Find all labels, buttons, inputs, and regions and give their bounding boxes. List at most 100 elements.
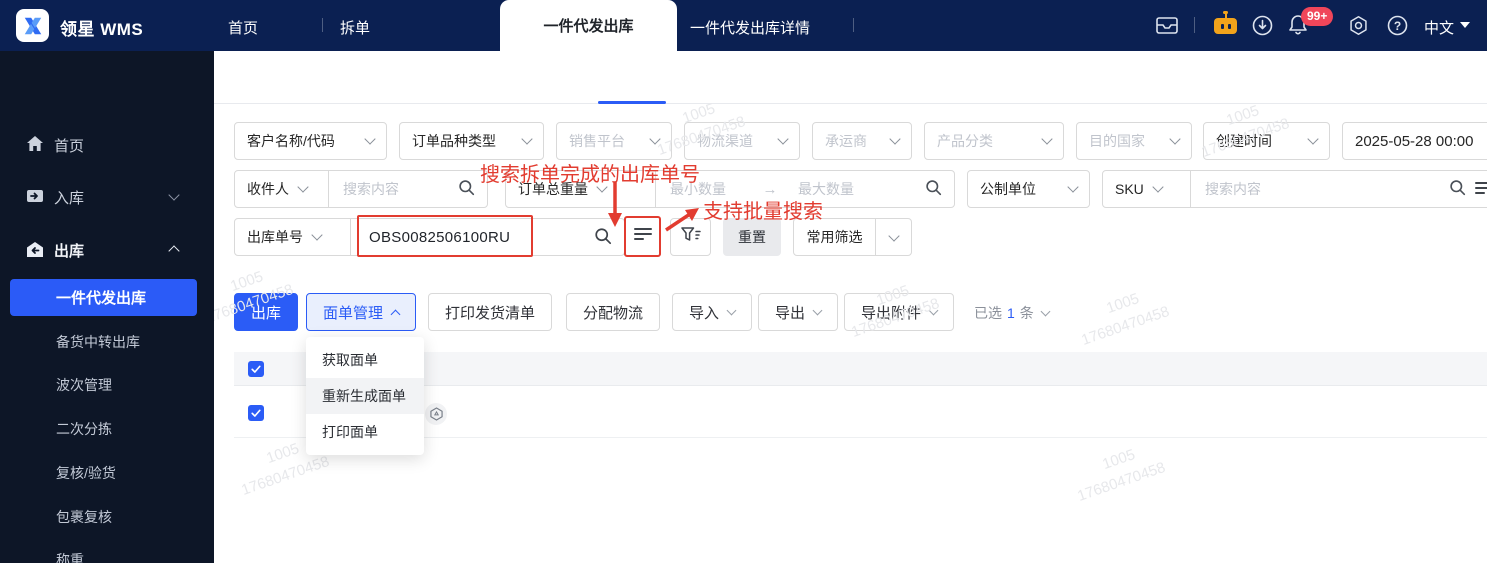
batch-search-button[interactable] (624, 216, 661, 257)
select-all-checkbox[interactable] (248, 361, 264, 377)
search-icon[interactable] (1449, 179, 1466, 199)
settings-icon[interactable] (1348, 15, 1369, 41)
app-logo[interactable] (16, 9, 49, 42)
topnav-tab-detail[interactable]: 一件代发出库详情 (690, 17, 810, 38)
notification-badge[interactable]: 99+ (1301, 7, 1334, 26)
topnav-tab-active[interactable]: 一件代发出库 (500, 0, 677, 51)
chevron-down-icon (596, 181, 608, 193)
filter-label: 承运商 (825, 133, 867, 149)
topnav-home[interactable]: 首页 (228, 17, 258, 38)
chevron-down-icon (812, 305, 823, 316)
filter-carrier-select[interactable]: 承运商 (812, 122, 912, 160)
chevron-down-icon (928, 305, 939, 316)
recipient-search-group: 收件人 (234, 170, 488, 208)
search-icon[interactable] (458, 179, 475, 199)
sidebar: 首页 入库 出库 一件代发出库 备货中转出库 波次管理 二次分拣 复核/验货 包… (0, 51, 214, 563)
max-quantity-input[interactable] (784, 171, 925, 207)
filter-label: 目的国家 (1089, 133, 1145, 149)
saved-filters-label: 常用筛选 (806, 229, 863, 245)
chevron-up-icon[interactable] (168, 245, 180, 257)
sidebar-item-outbound[interactable]: 出库 (54, 240, 84, 261)
x-logo-icon (24, 17, 41, 34)
filter-destination-select[interactable]: 目的国家 (1076, 122, 1192, 160)
chevron-down-icon (1152, 181, 1164, 193)
selected-unit: 条 (1019, 305, 1034, 321)
selected-prefix: 已选 (974, 305, 1002, 321)
chevron-down-icon (311, 229, 323, 241)
filter-customer-select[interactable]: 客户名称/代码 (234, 122, 387, 160)
topnav-split-order[interactable]: 拆单 (340, 17, 370, 38)
sidebar-subitem-package-review[interactable]: 包裹复核 (56, 507, 112, 527)
search-icon[interactable] (925, 179, 942, 199)
checkbox-checked-icon (251, 365, 261, 373)
filter-funnel-button[interactable] (670, 218, 711, 256)
saved-filters-dropdown[interactable]: 常用筛选 (793, 218, 912, 256)
filter-label: 产品分类 (937, 133, 993, 149)
sidebar-subitem-weighing[interactable]: 称重 (56, 550, 84, 563)
sidebar-subitem-secondary-sorting[interactable]: 二次分拣 (56, 419, 112, 439)
menu-item-print-label[interactable]: 打印面单 (306, 414, 424, 450)
saved-filters-caret[interactable] (875, 219, 911, 255)
download-icon[interactable] (1252, 15, 1273, 41)
batch-search-icon[interactable] (1475, 181, 1487, 198)
message-icon[interactable] (1156, 17, 1178, 39)
order-weight-select[interactable]: 订单总重量 (506, 171, 656, 207)
order-no-input[interactable] (351, 219, 594, 255)
filter-product-category-select[interactable]: 产品分类 (924, 122, 1064, 160)
assign-logistics-button[interactable]: 分配物流 (566, 293, 661, 331)
search-icon[interactable] (594, 227, 612, 248)
row-checkbox[interactable] (248, 405, 264, 421)
chevron-down-icon (649, 133, 661, 145)
menu-item-get-label[interactable]: 获取面单 (306, 342, 424, 378)
sidebar-subitem-wave-management[interactable]: 波次管理 (56, 375, 112, 395)
export-attachments-text: 导出附件 (861, 304, 922, 322)
filter-label: 创建时间 (1216, 133, 1272, 149)
label-manage-button[interactable]: 面单管理 (306, 293, 417, 331)
chevron-down-icon (1040, 306, 1051, 317)
robot-assistant-icon[interactable] (1214, 11, 1238, 35)
filter-created-time-select[interactable]: 创建时间 (1203, 122, 1330, 160)
chevron-down-icon (777, 133, 789, 145)
sidebar-subitem-stock-transfer[interactable]: 备货中转出库 (56, 332, 140, 352)
filter-label: 订单品种类型 (412, 133, 496, 149)
selected-count-info[interactable]: 已选 1 条 (974, 303, 1051, 323)
print-shipping-list-button[interactable]: 打印发货清单 (428, 293, 553, 331)
metric-unit-select[interactable]: 公制单位 (967, 170, 1090, 208)
app-title: 领星 WMS (60, 20, 144, 39)
outbound-icon (26, 241, 44, 263)
sidebar-item-inbound[interactable]: 入库 (54, 187, 84, 208)
inbound-icon (26, 188, 44, 209)
outbound-button[interactable]: 出库 (234, 293, 299, 331)
sidebar-subitem-dropship-outbound[interactable]: 一件代发出库 (10, 279, 197, 316)
label-manage-menu: 获取面单 重新生成面单 打印面单 (306, 337, 424, 455)
order-no-select[interactable]: 出库单号 (235, 219, 351, 255)
hexagon-product-icon[interactable] (425, 403, 447, 425)
sidebar-item-home[interactable]: 首页 (54, 135, 84, 156)
import-button[interactable]: 导入 (672, 293, 753, 331)
filter-label: 物流渠道 (697, 133, 753, 149)
chevron-up-icon (390, 309, 401, 319)
sidebar-subitem-review-inspection[interactable]: 复核/验货 (56, 463, 116, 483)
chevron-down-icon (1041, 133, 1053, 145)
language-caret-icon[interactable] (1460, 22, 1470, 28)
menu-item-regenerate-label[interactable]: 重新生成面单 (306, 378, 424, 414)
filter-platform-select[interactable]: 销售平台 (556, 122, 672, 160)
export-button[interactable]: 导出 (758, 293, 839, 331)
export-attachments-button[interactable]: 导出附件 (844, 293, 955, 331)
status-tabs-bar (214, 51, 1487, 104)
import-text: 导入 (689, 304, 720, 322)
created-date-input[interactable]: 2025-05-28 00:00 (1342, 122, 1487, 160)
recipient-search-input[interactable] (329, 171, 458, 207)
language-selector[interactable]: 中文 (1424, 17, 1454, 38)
recipient-select[interactable]: 收件人 (235, 171, 329, 207)
reset-button[interactable]: 重置 (723, 218, 781, 256)
filter-order-type-select[interactable]: 订单品种类型 (399, 122, 544, 160)
min-quantity-input[interactable] (656, 171, 756, 207)
sku-search-input[interactable] (1191, 171, 1421, 207)
help-icon[interactable]: ? (1387, 15, 1408, 41)
chevron-down-icon[interactable] (168, 189, 180, 201)
sku-select[interactable]: SKU (1103, 171, 1191, 207)
chevron-down-icon (1067, 181, 1079, 193)
chevron-down-icon (887, 230, 900, 242)
filter-logistics-channel-select[interactable]: 物流渠道 (684, 122, 800, 160)
